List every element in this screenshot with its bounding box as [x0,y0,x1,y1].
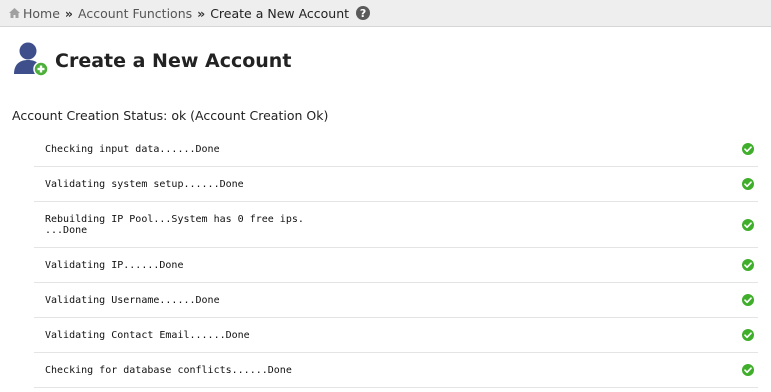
user-add-icon [14,42,49,77]
check-icon [742,178,754,190]
breadcrumb-account-functions-link[interactable]: Account Functions [78,6,192,21]
step-row: Validating Username......Done [34,283,758,318]
check-icon [742,329,754,341]
breadcrumb-current: Create a New Account [210,5,350,21]
breadcrumb-separator: » [64,5,73,21]
step-row: Checking input data......Done [34,132,758,167]
step-text: Rebuilding IP Pool...System has 0 free i… [45,213,304,236]
help-icon[interactable]: ? [356,6,371,20]
step-row: Validating IP......Done [34,248,758,283]
check-icon [742,294,754,306]
step-row: Validating Contact Email......Done [34,318,758,353]
step-row: Rebuilding IP Pool...System has 0 free i… [34,202,758,248]
page-title: Create a New Account [55,50,292,72]
step-text: Checking input data......Done [45,143,220,155]
check-icon [742,259,754,271]
step-row: Checking for database conflicts......Don… [34,353,758,388]
step-text: Validating IP......Done [45,259,184,271]
breadcrumb-separator: » [197,5,206,21]
step-list: Checking input data......Done Validating … [34,132,758,388]
step-text: Validating Contact Email......Done [45,329,250,341]
step-text: Checking for database conflicts......Don… [45,364,292,376]
step-text: Validating system setup......Done [45,178,244,190]
breadcrumb: Home » Account Functions » Create a New … [0,0,771,27]
check-icon [742,364,754,376]
home-icon[interactable] [9,6,20,21]
step-row: Validating system setup......Done [34,167,758,202]
breadcrumb-home-link[interactable]: Home [23,6,60,21]
account-creation-status: Account Creation Status: ok (Account Cre… [12,108,329,123]
check-icon [742,143,754,155]
check-icon [742,218,754,231]
step-text: Validating Username......Done [45,294,220,306]
page-header: Create a New Account [0,27,771,87]
